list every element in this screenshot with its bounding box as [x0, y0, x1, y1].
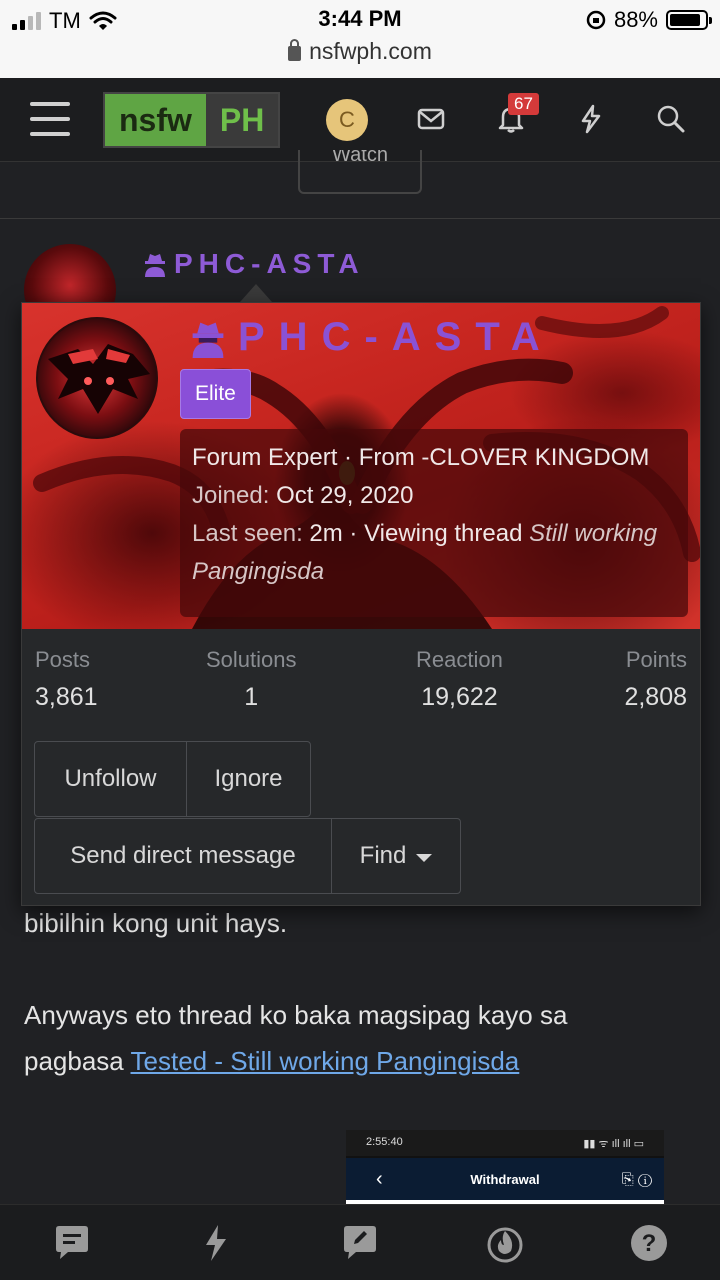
logo-ph: PH — [205, 94, 279, 146]
divider — [0, 218, 720, 219]
logo-nsfw: nsfw — [105, 94, 206, 146]
embed-time: 2:55:40 — [366, 1136, 403, 1148]
stat-posts[interactable]: Posts 3,861 — [35, 647, 98, 712]
lightning-icon[interactable] — [196, 1223, 236, 1263]
inbox-icon[interactable] — [415, 103, 447, 135]
stat-label: Reaction — [416, 647, 503, 672]
watch-button[interactable]: Watch — [298, 150, 422, 194]
embed-status-bar: 2:55:40 ▮▮ ᯤ ıll ıll ▭ — [346, 1130, 664, 1156]
url-text: nsfwph.com — [309, 38, 432, 64]
account-avatar[interactable]: C — [326, 99, 368, 141]
spy-icon — [192, 322, 224, 358]
battery-info: 88% — [586, 7, 712, 33]
member-avatar[interactable] — [36, 317, 158, 439]
post-text-line: Anyways eto thread ko baka magsipag kayo… — [24, 1000, 568, 1030]
embed-title-bar: ‹ Withdrawal ⎘ ⓘ — [346, 1158, 664, 1200]
last-seen-value: 2m · Viewing thread — [309, 520, 523, 547]
member-title: Forum Expert · From -CLOVER KINGDOM — [192, 444, 650, 471]
embedded-screenshot[interactable]: 2:55:40 ▮▮ ᯤ ıll ıll ▭ ‹ Withdrawal ⎘ ⓘ — [346, 1130, 664, 1204]
stat-solutions[interactable]: Solutions 1 — [206, 647, 297, 712]
battery-percent: 88% — [613, 7, 658, 32]
member-username[interactable]: PHC-ASTA — [188, 315, 554, 360]
embed-signal-icon: ▮▮ ᯤ ıll ıll ▭ — [583, 1138, 644, 1150]
back-icon: ‹ — [376, 1167, 383, 1190]
joined-row: Joined: Oct 29, 2020 — [192, 477, 676, 515]
unfollow-button[interactable]: Unfollow — [34, 741, 187, 817]
member-info-box: Forum Expert · From -CLOVER KINGDOM Join… — [180, 429, 688, 617]
help-icon[interactable]: ? — [629, 1223, 669, 1263]
lightning-icon[interactable] — [575, 103, 607, 135]
send-direct-message-button[interactable]: Send direct message — [34, 818, 332, 894]
menu-icon[interactable] — [30, 102, 70, 136]
post-text-prefix: pagbasa — [24, 1046, 131, 1076]
joined-value: Oct 29, 2020 — [276, 482, 414, 509]
member-stats: Posts 3,861 Solutions 1 Reaction 19,622 … — [22, 629, 700, 729]
member-tooltip-card: PHC-ASTA Elite Forum Expert · From -CLOV… — [21, 302, 701, 906]
stat-points[interactable]: Points 2,808 — [624, 647, 687, 712]
lock-icon — [288, 39, 302, 61]
tooltip-arrow — [240, 284, 272, 302]
chevron-down-icon — [416, 854, 433, 862]
svg-text:?: ? — [642, 1230, 657, 1257]
chat-icon[interactable] — [52, 1223, 92, 1263]
post-text-line: pagbasa Tested - Still working Pangingis… — [24, 1038, 519, 1084]
stat-value: 3,861 — [35, 683, 98, 711]
fire-icon[interactable] — [485, 1223, 525, 1263]
profile-banner: PHC-ASTA Elite Forum Expert · From -CLOV… — [22, 303, 700, 629]
address-bar[interactable]: nsfwph.com — [0, 38, 720, 65]
thread-link[interactable]: Tested - Still working Pangingisda — [131, 1046, 520, 1076]
stat-label: Points — [625, 647, 687, 672]
last-seen-row: Last seen: 2m · Viewing thread Still wor… — [192, 515, 676, 591]
spy-icon — [145, 254, 165, 277]
find-dropdown-button[interactable]: Find — [331, 818, 461, 894]
joined-label: Joined: — [192, 482, 270, 509]
stat-label: Solutions — [206, 647, 297, 672]
stat-reaction[interactable]: Reaction 19,622 — [416, 647, 503, 712]
stat-label: Posts — [35, 647, 91, 672]
post-text-line: bibilhin kong unit hays. — [24, 908, 288, 938]
status-bar: TM 3:44 PM 88% nsfwph.com — [0, 0, 720, 78]
bottom-tab-bar: ? — [0, 1204, 720, 1280]
orientation-lock-icon — [586, 10, 606, 30]
alerts-badge: 67 — [508, 93, 539, 115]
stat-value: 19,622 — [421, 683, 498, 711]
ignore-button[interactable]: Ignore — [186, 741, 311, 817]
search-icon[interactable] — [655, 103, 687, 135]
find-label: Find — [359, 842, 407, 869]
user-banner-elite: Elite — [180, 369, 251, 419]
embed-info-icon: ⎘ ⓘ — [621, 1170, 652, 1188]
battery-icon — [666, 10, 712, 30]
edit-icon[interactable] — [340, 1223, 380, 1263]
stat-value: 2,808 — [624, 683, 687, 711]
site-logo[interactable]: nsfw PH — [103, 92, 281, 148]
stat-value: 1 — [244, 683, 259, 711]
post-author-name[interactable]: PHC-ASTA — [142, 248, 365, 280]
embed-title: Withdrawal — [470, 1171, 540, 1187]
last-seen-label: Last seen: — [192, 520, 303, 547]
